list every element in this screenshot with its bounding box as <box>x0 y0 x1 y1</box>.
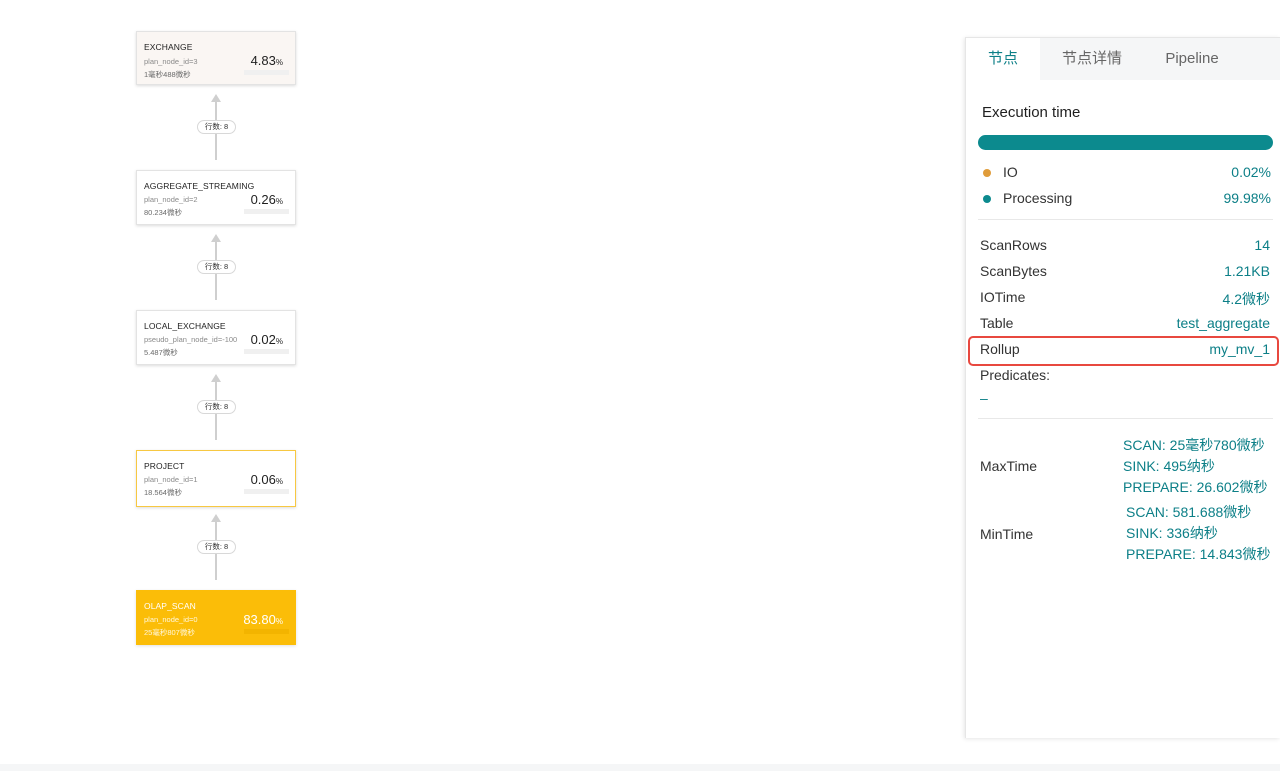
plan-node-project[interactable]: PROJECT plan_node_id=1 18.564微秒 0.06% <box>136 450 296 507</box>
node-progress-bar <box>244 70 289 75</box>
tab-node-details[interactable]: 节点详情 <box>1040 38 1144 80</box>
stat-rollup: Rollup my_mv_1 <box>980 341 1270 359</box>
stat-key: Rollup <box>980 341 1020 357</box>
node-title: PROJECT <box>144 461 185 471</box>
stat-value: test_aggregate <box>1176 315 1270 331</box>
node-time: 5.487微秒 <box>144 348 178 357</box>
stat-value: 4.2微秒 <box>1222 291 1270 307</box>
legend-value: 99.98% <box>1223 190 1271 206</box>
tab-node[interactable]: 节点 <box>966 38 1040 80</box>
edge-row-count: 行数: 8 <box>197 120 236 134</box>
stat-table: Table test_aggregate <box>980 315 1270 333</box>
max-time-label: MaxTime <box>980 458 1038 474</box>
node-progress-bar <box>244 629 289 634</box>
stat-scan-bytes: ScanBytes 1.21KB <box>980 263 1270 281</box>
stat-key: Table <box>980 315 1014 331</box>
min-time-label: MinTime <box>980 526 1034 542</box>
stat-io-time: IOTime 4.2微秒 <box>980 289 1270 307</box>
tab-pipeline[interactable]: Pipeline <box>1144 38 1240 80</box>
processing-dot-icon <box>983 195 991 203</box>
node-title: LOCAL_EXCHANGE <box>144 321 226 331</box>
node-id: plan_node_id=2 <box>144 195 198 204</box>
min-time-line: PREPARE: 14.843微秒 <box>1126 546 1271 562</box>
execution-time-title: Execution time <box>982 104 1081 121</box>
node-progress-bar <box>244 209 289 214</box>
node-percentage: 0.02% <box>250 332 283 347</box>
node-time: 80.234微秒 <box>144 208 182 217</box>
edge-row-count: 行数: 8 <box>197 540 236 554</box>
plan-node-aggregate-streaming[interactable]: AGGREGATE_STREAMING plan_node_id=2 80.23… <box>136 170 296 225</box>
max-time-line: SINK: 495纳秒 <box>1123 458 1215 474</box>
max-time-line: SCAN: 25毫秒780微秒 <box>1123 437 1265 453</box>
bottom-strip <box>0 764 1280 771</box>
node-percentage: 0.26% <box>250 192 283 207</box>
node-percentage: 83.80% <box>243 612 283 627</box>
plan-node-exchange[interactable]: EXCHANGE plan_node_id=3 1毫秒488微秒 4.83% <box>136 31 296 85</box>
node-time: 18.564微秒 <box>144 488 182 497</box>
node-title: AGGREGATE_STREAMING <box>144 181 255 191</box>
stat-key: ScanBytes <box>980 263 1047 279</box>
stat-value: 14 <box>1254 237 1270 253</box>
edge-row-count: 行数: 8 <box>197 400 236 414</box>
node-progress-bar <box>244 349 289 354</box>
plan-node-local-exchange[interactable]: LOCAL_EXCHANGE pseudo_plan_node_id=-100 … <box>136 310 296 365</box>
node-percentage: 0.06% <box>250 472 283 487</box>
node-id: pseudo_plan_node_id=-100 <box>144 335 238 344</box>
stat-key: Predicates: <box>980 367 1051 383</box>
stat-value: my_mv_1 <box>1209 341 1270 357</box>
stat-key: IOTime <box>980 289 1026 305</box>
node-percentage: 4.83% <box>250 53 283 68</box>
execution-time-bar <box>978 135 1273 150</box>
legend-label: Processing <box>1003 190 1073 206</box>
node-time: 25毫秒807微秒 <box>144 628 195 637</box>
node-title: EXCHANGE <box>144 42 193 52</box>
min-time-line: SCAN: 581.688微秒 <box>1126 504 1252 520</box>
divider <box>978 418 1273 419</box>
query-profile-view: EXCHANGE plan_node_id=3 1毫秒488微秒 4.83% 行… <box>0 0 1280 771</box>
io-dot-icon <box>983 169 991 177</box>
legend-value: 0.02% <box>1231 164 1271 180</box>
node-time: 1毫秒488微秒 <box>144 70 191 79</box>
min-time-values: SCAN: 581.688微秒 SINK: 336纳秒 PREPARE: 14.… <box>1126 502 1270 565</box>
legend-label: IO <box>1003 164 1018 180</box>
predicates-value: – <box>980 390 988 406</box>
node-title: OLAP_SCAN <box>144 601 196 611</box>
node-id: plan_node_id=0 <box>144 615 198 624</box>
max-time-values: SCAN: 25毫秒780微秒 SINK: 495纳秒 PREPARE: 26.… <box>1123 435 1267 498</box>
legend-processing: Processing 99.98% <box>978 189 1271 207</box>
min-time-line: SINK: 336纳秒 <box>1126 525 1218 541</box>
max-time-line: PREPARE: 26.602微秒 <box>1123 479 1268 495</box>
edge-row-count: 行数: 8 <box>197 260 236 274</box>
node-id: plan_node_id=3 <box>144 57 198 66</box>
stat-value: 1.21KB <box>1224 263 1270 279</box>
plan-node-olap-scan[interactable]: OLAP_SCAN plan_node_id=0 25毫秒807微秒 83.80… <box>136 590 296 645</box>
node-detail-panel: 节点 节点详情 Pipeline Execution time IO 0.02%… <box>965 37 1280 738</box>
node-progress-bar <box>244 489 289 494</box>
panel-tabs: 节点 节点详情 Pipeline <box>966 38 1280 80</box>
node-id: plan_node_id=1 <box>144 475 198 484</box>
legend-io: IO 0.02% <box>978 163 1271 181</box>
divider <box>978 219 1273 220</box>
stat-predicates: Predicates: <box>980 367 1270 385</box>
stat-key: ScanRows <box>980 237 1047 253</box>
stat-scan-rows: ScanRows 14 <box>980 237 1270 255</box>
